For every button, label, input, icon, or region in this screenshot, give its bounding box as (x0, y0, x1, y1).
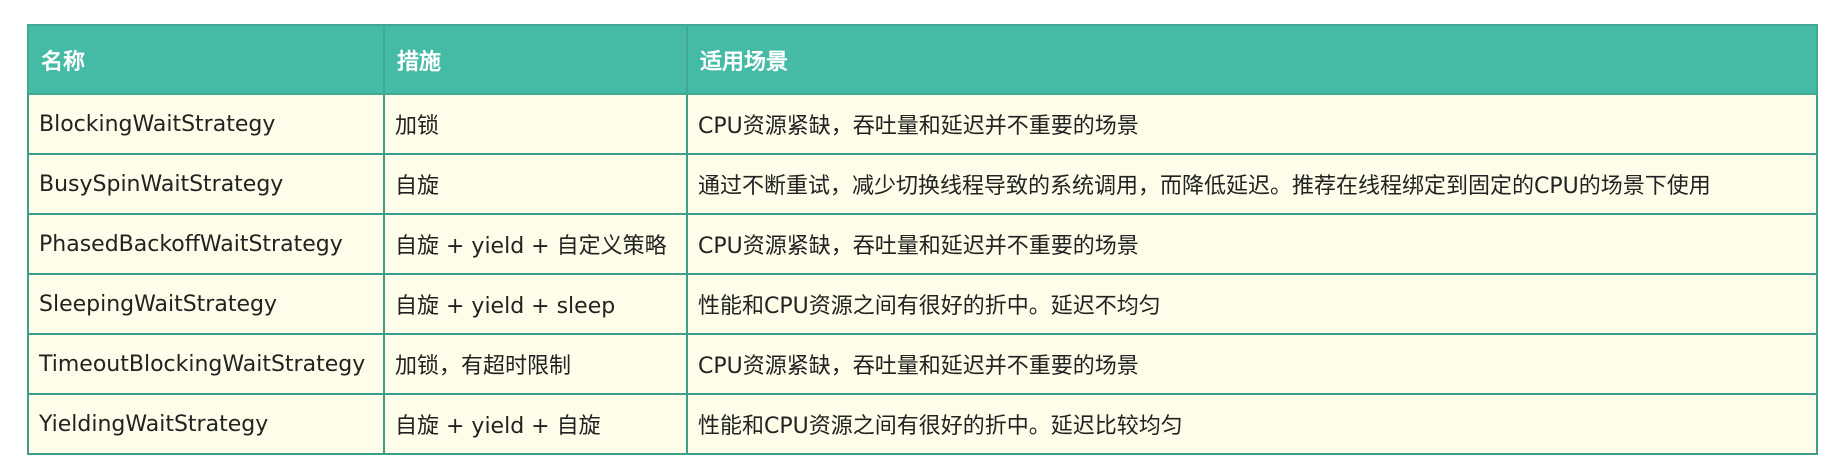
cell-measure: 加锁 (383, 93, 688, 155)
cell-scenario: CPU资源紧缺，吞吐量和延迟并不重要的场景 (686, 213, 1818, 275)
wait-strategy-table: 名称 措施 适用场景 BlockingWaitStrategy 加锁 CPU资源… (27, 24, 1818, 455)
cell-name: PhasedBackoffWaitStrategy (27, 213, 385, 275)
wait-strategy-table-container: 名称 措施 适用场景 BlockingWaitStrategy 加锁 CPU资源… (27, 24, 1818, 455)
cell-name: TimeoutBlockingWaitStrategy (27, 333, 385, 395)
cell-measure: 自旋 + yield + 自旋 (383, 393, 688, 455)
cell-scenario: 性能和CPU资源之间有很好的折中。延迟比较均匀 (686, 393, 1818, 455)
cell-name: BusySpinWaitStrategy (27, 153, 385, 215)
table-row: SleepingWaitStrategy 自旋 + yield + sleep … (27, 273, 1818, 335)
cell-name: YieldingWaitStrategy (27, 393, 385, 455)
table-row: TimeoutBlockingWaitStrategy 加锁，有超时限制 CPU… (27, 333, 1818, 395)
table-header-row: 名称 措施 适用场景 (27, 24, 1818, 95)
cell-scenario: CPU资源紧缺，吞吐量和延迟并不重要的场景 (686, 333, 1818, 395)
cell-name: SleepingWaitStrategy (27, 273, 385, 335)
header-measure: 措施 (383, 24, 688, 95)
header-scenario: 适用场景 (686, 24, 1818, 95)
cell-scenario: CPU资源紧缺，吞吐量和延迟并不重要的场景 (686, 93, 1818, 155)
cell-measure: 自旋 (383, 153, 688, 215)
table-row: YieldingWaitStrategy 自旋 + yield + 自旋 性能和… (27, 393, 1818, 455)
header-name: 名称 (27, 24, 385, 95)
table-row: BusySpinWaitStrategy 自旋 通过不断重试，减少切换线程导致的… (27, 153, 1818, 215)
cell-measure: 自旋 + yield + 自定义策略 (383, 213, 688, 275)
cell-name: BlockingWaitStrategy (27, 93, 385, 155)
cell-measure: 自旋 + yield + sleep (383, 273, 688, 335)
cell-measure: 加锁，有超时限制 (383, 333, 688, 395)
cell-scenario: 性能和CPU资源之间有很好的折中。延迟不均匀 (686, 273, 1818, 335)
table-row: BlockingWaitStrategy 加锁 CPU资源紧缺，吞吐量和延迟并不… (27, 93, 1818, 155)
table-row: PhasedBackoffWaitStrategy 自旋 + yield + 自… (27, 213, 1818, 275)
cell-scenario: 通过不断重试，减少切换线程导致的系统调用，而降低延迟。推荐在线程绑定到固定的CP… (686, 153, 1818, 215)
